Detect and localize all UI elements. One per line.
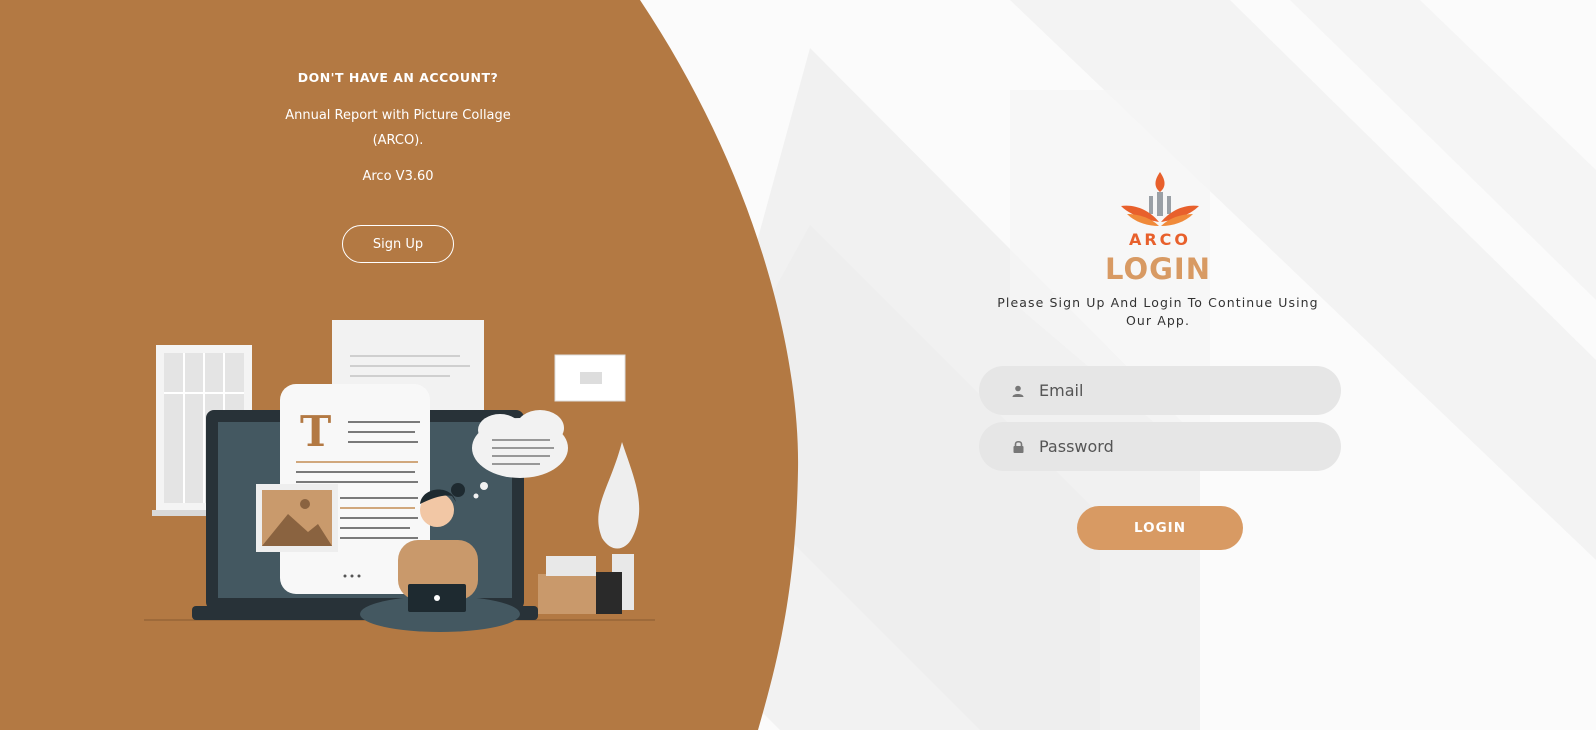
login-subtitle: Please Sign Up And Login To Continue Usi… (997, 295, 1319, 328)
password-input[interactable] (1037, 421, 1341, 472)
logo-text: ARCO (1128, 230, 1192, 249)
app-description: Annual Report with Picture Collage (ARCO… (285, 108, 511, 148)
login-button[interactable]: LOGIN (1077, 506, 1243, 550)
login-title: LOGIN (1105, 252, 1211, 286)
user-icon (1010, 383, 1026, 399)
signup-heading: DON'T HAVE AN ACCOUNT? (297, 70, 499, 85)
email-input[interactable] (1037, 365, 1341, 416)
app-version: Arco V3.60 (362, 169, 434, 184)
signup-button[interactable]: Sign Up (342, 225, 454, 263)
signup-promo: DON'T HAVE AN ACCOUNT? Annual Report wit… (258, 70, 538, 184)
person-with-laptop-illustration: T (144, 320, 655, 632)
svg-text:T: T (300, 407, 331, 456)
lock-icon (1010, 439, 1026, 455)
password-field[interactable] (979, 421, 1341, 472)
email-field[interactable] (979, 365, 1341, 416)
